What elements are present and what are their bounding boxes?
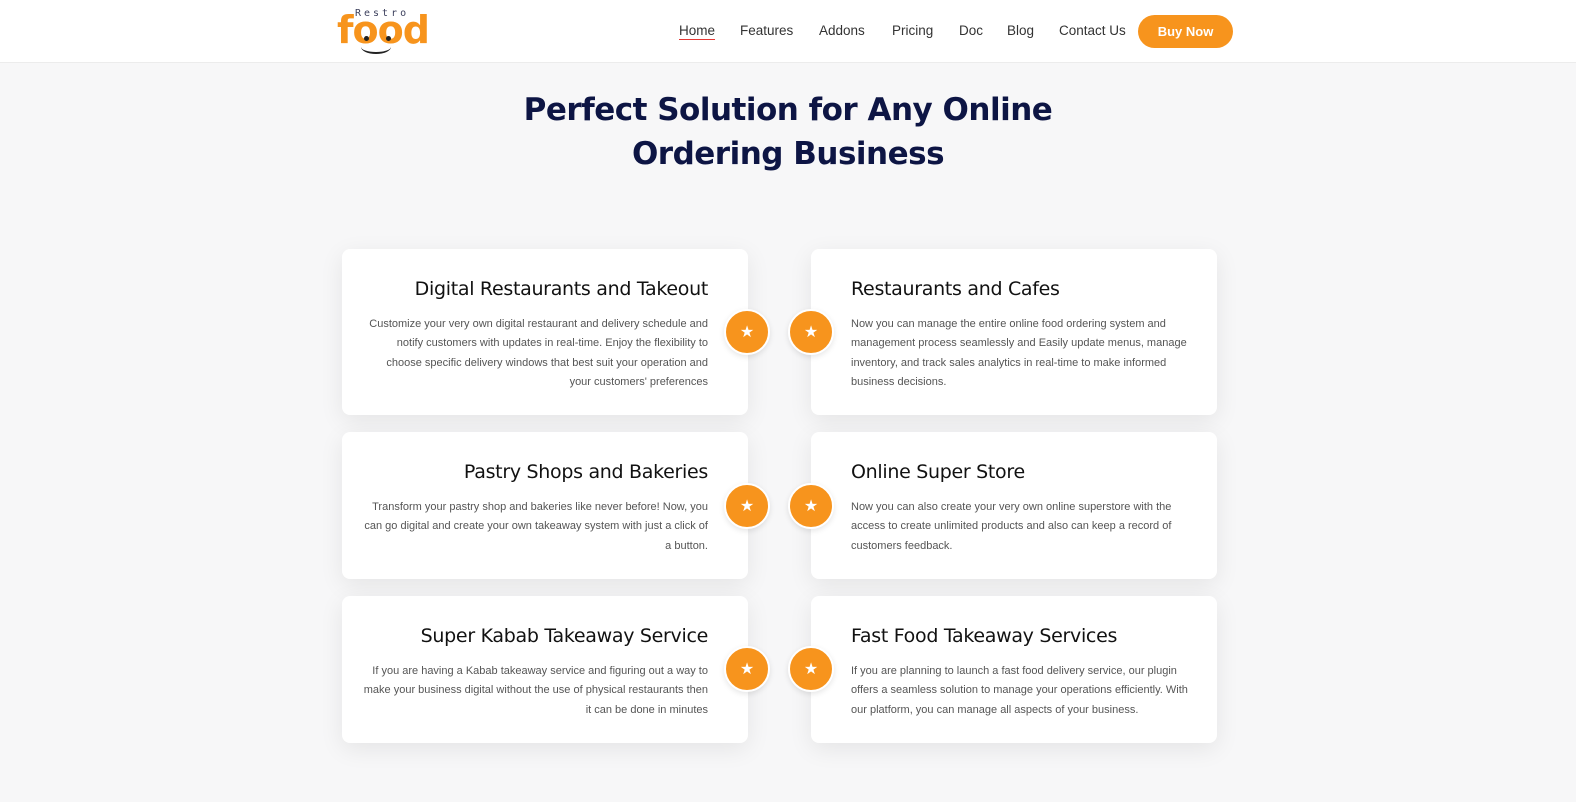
feature-card-title: Restaurants and Cafes <box>851 278 1060 300</box>
feature-card-text: If you are having a Kabab takeaway servi… <box>363 665 708 716</box>
feature-card: Restaurants and Cafes Now you can manage… <box>811 249 1217 415</box>
feature-card-text: Now you can also create your very own on… <box>851 501 1172 552</box>
star-icon: ★ <box>788 646 834 692</box>
section-title-line-1: Perfect Solution for Any Online <box>523 92 1053 128</box>
nav-contact-us[interactable]: Contact Us <box>1059 23 1126 38</box>
feature-card-text: Customize your very own digital restaura… <box>369 318 708 388</box>
feature-card: Super Kabab Takeaway Service If you are … <box>342 596 748 743</box>
feature-card-title: Digital Restaurants and Takeout <box>414 278 709 300</box>
site-header: food Restro Home Features Addons Pricing… <box>0 0 1576 63</box>
logo-top-text: Restro <box>355 8 410 19</box>
feature-card: Digital Restaurants and Takeout Customiz… <box>342 249 748 415</box>
buy-now-button[interactable]: Buy Now <box>1138 15 1233 48</box>
feature-card: Online Super Store Now you can also crea… <box>811 432 1217 579</box>
feature-card-title: Fast Food Takeaway Services <box>851 625 1118 647</box>
feature-card: Pastry Shops and Bakeries Transform your… <box>342 432 748 579</box>
star-icon: ★ <box>724 483 770 529</box>
feature-card-text: If you are planning to launch a fast foo… <box>851 665 1188 716</box>
feature-card-text: Now you can manage the entire online foo… <box>851 318 1187 388</box>
star-icon: ★ <box>724 309 770 355</box>
section-title: Perfect Solution for Any Online Ordering… <box>0 88 1576 176</box>
logo[interactable]: food Restro <box>337 6 430 56</box>
nav-home[interactable]: Home <box>679 23 715 38</box>
nav-features[interactable]: Features <box>740 23 793 38</box>
nav-pricing[interactable]: Pricing <box>892 23 933 38</box>
star-icon: ★ <box>788 483 834 529</box>
feature-card-text: Transform your pastry shop and bakeries … <box>364 501 708 552</box>
nav-doc[interactable]: Doc <box>959 23 983 38</box>
star-icon: ★ <box>724 646 770 692</box>
feature-card-title: Super Kabab Takeaway Service <box>420 625 709 647</box>
nav-addons[interactable]: Addons <box>819 23 865 38</box>
feature-card: Fast Food Takeaway Services If you are p… <box>811 596 1217 743</box>
feature-card-title: Pastry Shops and Bakeries <box>463 461 708 483</box>
feature-card-title: Online Super Store <box>851 461 1025 483</box>
star-icon: ★ <box>788 309 834 355</box>
nav-blog[interactable]: Blog <box>1007 23 1034 38</box>
logo-smile-icon <box>361 40 391 54</box>
section-title-line-2: Ordering Business <box>631 136 945 172</box>
